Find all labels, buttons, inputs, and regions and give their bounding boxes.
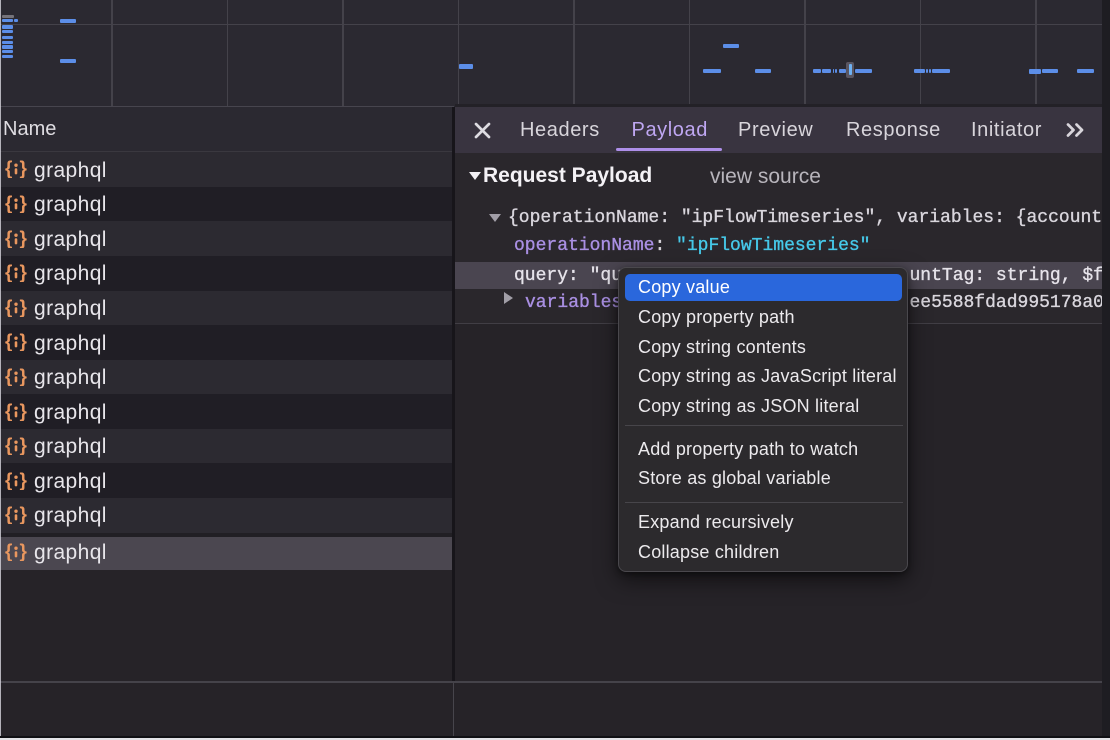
svg-text:}: }	[20, 543, 28, 561]
svg-text:{: {	[5, 403, 12, 421]
svg-text:}: }	[20, 368, 28, 386]
svg-text:}: }	[20, 506, 28, 524]
svg-text:}: }	[20, 264, 28, 282]
svg-text:{: {	[5, 506, 12, 524]
svg-text:{: {	[5, 195, 12, 213]
svg-text:}: }	[20, 299, 28, 317]
svg-text:}: }	[20, 333, 28, 351]
svg-text:{: {	[5, 299, 12, 317]
svg-text:{: {	[5, 230, 12, 248]
svg-text:}: }	[20, 195, 28, 213]
svg-text:}: }	[20, 437, 28, 455]
svg-text:{: {	[5, 264, 12, 282]
svg-text:{: {	[5, 472, 12, 490]
svg-text:{: {	[5, 333, 12, 351]
svg-text:}: }	[20, 472, 28, 490]
svg-text:{: {	[5, 543, 12, 561]
svg-text:{: {	[5, 368, 12, 386]
svg-text:}: }	[20, 403, 28, 421]
svg-text:}: }	[20, 230, 28, 248]
svg-text:{: {	[5, 160, 12, 178]
svg-text:{: {	[5, 437, 12, 455]
svg-text:}: }	[20, 160, 28, 178]
